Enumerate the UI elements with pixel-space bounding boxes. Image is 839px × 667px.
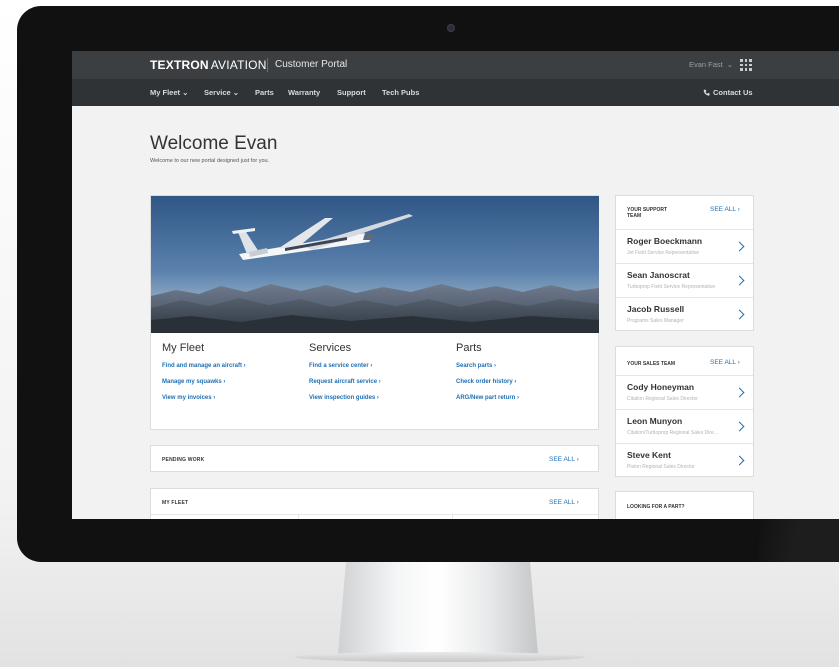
person-name: Cody Honeyman	[627, 382, 695, 392]
contact-us-label: Contact Us	[713, 88, 753, 97]
person-role: Programs Sales Manager	[627, 318, 684, 324]
sales-team-heading: YOUR SALES TEAM	[627, 361, 676, 367]
person-name: Roger Boeckmann	[627, 236, 703, 246]
person-name: Steve Kent	[627, 450, 671, 460]
parts-heading: Parts	[456, 342, 482, 354]
user-name: Evan Fast	[689, 60, 723, 69]
phone-icon	[703, 89, 710, 96]
fleet-column-divider	[298, 514, 299, 519]
find-manage-aircraft-link[interactable]: Find and manage an aircraft ›	[162, 363, 246, 369]
brand-light: AVIATION	[210, 58, 267, 72]
pending-work-card: PENDING WORK SEE ALL ›	[150, 445, 599, 472]
pending-see-all-link[interactable]: SEE ALL ›	[549, 456, 579, 463]
support-team-card: YOUR SUPPORT TEAM SEE ALL › Roger Boeckm…	[615, 195, 754, 331]
page-title: Welcome Evan	[150, 133, 278, 154]
view-invoices-link[interactable]: View my invoices ›	[162, 395, 215, 401]
sales-team-card: YOUR SALES TEAM SEE ALL › Cody Honeyman …	[615, 346, 754, 477]
nav-support[interactable]: Support	[337, 88, 366, 97]
chevron-down-icon: ⌄	[726, 60, 734, 69]
nav-my-fleet[interactable]: My Fleet ⌄	[150, 88, 188, 97]
support-person[interactable]: Roger Boeckmann Jet Field Service Repres…	[616, 229, 753, 263]
monitor-bezel: TEXTRON AVIATION Customer Portal Evan Fas…	[17, 6, 839, 562]
contact-us-link[interactable]: Contact Us	[703, 88, 753, 97]
fleet-column-divider	[452, 514, 453, 519]
monitor-stand	[338, 562, 538, 654]
support-person[interactable]: Jacob Russell Programs Sales Manager	[616, 297, 753, 331]
find-service-center-link[interactable]: Find a service center ›	[309, 363, 372, 369]
search-parts-link[interactable]: Search parts ›	[456, 363, 496, 369]
nav-tech-pubs[interactable]: Tech Pubs	[382, 88, 419, 97]
jet-over-mountains-image	[151, 196, 599, 333]
check-order-history-link[interactable]: Check order history ›	[456, 379, 516, 385]
page-subtitle: Welcome to our new portal designed just …	[150, 158, 270, 164]
person-role: Piston Regional Sales Director	[627, 464, 695, 470]
nav-warranty[interactable]: Warranty	[288, 88, 320, 97]
grid-icon[interactable]	[740, 59, 752, 71]
sales-see-all-link[interactable]: SEE ALL ›	[710, 359, 740, 366]
nav-service[interactable]: Service ⌄	[204, 88, 239, 97]
textron-aviation-logo[interactable]: TEXTRON AVIATION	[150, 58, 267, 72]
person-name: Leon Munyon	[627, 416, 683, 426]
webcam-icon	[447, 24, 455, 32]
request-aircraft-service-link[interactable]: Request aircraft service ›	[309, 379, 381, 385]
my-fleet-card: MY FLEET SEE ALL ›	[150, 488, 599, 519]
feature-card: My Fleet Find and manage an aircraft › M…	[150, 195, 599, 430]
part-return-link[interactable]: ARG/New part return ›	[456, 395, 519, 401]
part-lookup-heading: LOOKING FOR A PART?	[627, 504, 685, 510]
pending-work-label: PENDING WORK	[162, 457, 205, 463]
support-person[interactable]: Sean Janoscrat Turboprop Field Service R…	[616, 263, 753, 297]
person-role: Citation/Turboprop Regional Sales Dire..…	[627, 430, 718, 436]
fleet-divider	[151, 514, 598, 515]
person-name: Sean Janoscrat	[627, 270, 690, 280]
person-role: Citation Regional Sales Director	[627, 396, 698, 402]
part-lookup-card: LOOKING FOR A PART?	[615, 491, 754, 519]
user-menu[interactable]: Evan Fast ⌄	[689, 60, 733, 69]
support-team-heading: YOUR SUPPORT TEAM	[627, 207, 667, 219]
my-fleet-label: MY FLEET	[162, 500, 189, 506]
monitor-stand-base	[295, 652, 585, 662]
person-name: Jacob Russell	[627, 304, 685, 314]
services-heading: Services	[309, 342, 352, 354]
nav-parts[interactable]: Parts	[255, 88, 274, 97]
main-nav: My Fleet ⌄ Service ⌄ Parts Warranty Supp…	[72, 79, 839, 106]
header-divider	[267, 58, 268, 72]
portal-title: Customer Portal	[275, 59, 348, 70]
sales-person[interactable]: Leon Munyon Citation/Turboprop Regional …	[616, 409, 753, 443]
fleet-see-all-link[interactable]: SEE ALL ›	[549, 499, 579, 506]
brand-bold: TEXTRON	[150, 58, 209, 72]
support-team-heading-line2: TEAM	[627, 213, 642, 219]
person-role: Turboprop Field Service Representative	[627, 284, 716, 290]
view-inspection-guides-link[interactable]: View inspection guides ›	[309, 395, 379, 401]
my-fleet-heading: My Fleet	[162, 342, 205, 354]
hero-image	[151, 196, 599, 333]
monitor-screen: TEXTRON AVIATION Customer Portal Evan Fas…	[72, 51, 839, 519]
person-role: Jet Field Service Representative	[627, 250, 699, 256]
top-header: TEXTRON AVIATION Customer Portal Evan Fas…	[72, 51, 839, 79]
sales-person[interactable]: Steve Kent Piston Regional Sales Directo…	[616, 443, 753, 477]
sales-person[interactable]: Cody Honeyman Citation Regional Sales Di…	[616, 375, 753, 409]
manage-squawks-link[interactable]: Manage my squawks ›	[162, 379, 225, 385]
support-see-all-link[interactable]: SEE ALL ›	[710, 206, 740, 213]
